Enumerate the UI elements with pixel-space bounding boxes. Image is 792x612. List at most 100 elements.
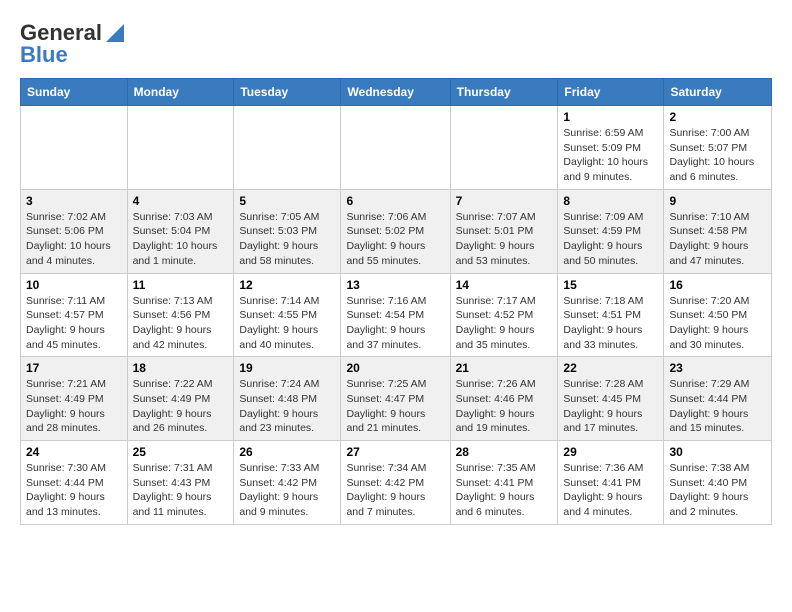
calendar-cell: 13 Sunrise: 7:16 AM Sunset: 4:54 PM Dayli… [341, 273, 450, 357]
calendar-week-row: 17 Sunrise: 7:21 AM Sunset: 4:49 PM Dayli… [21, 357, 772, 441]
day-number: 6 [346, 194, 444, 208]
day-info: Sunrise: 7:18 AM Sunset: 4:51 PM Dayligh… [563, 294, 658, 353]
calendar-cell: 17 Sunrise: 7:21 AM Sunset: 4:49 PM Dayli… [21, 357, 128, 441]
day-info: Sunrise: 7:09 AM Sunset: 4:59 PM Dayligh… [563, 210, 658, 269]
calendar-table: SundayMondayTuesdayWednesdayThursdayFrid… [20, 78, 772, 525]
day-info: Sunrise: 7:11 AM Sunset: 4:57 PM Dayligh… [26, 294, 122, 353]
day-info: Sunrise: 7:29 AM Sunset: 4:44 PM Dayligh… [669, 377, 766, 436]
calendar-cell: 27Sunrise: 7:34 AM Sunset: 4:42 PM Dayli… [341, 441, 450, 525]
day-number: 14 [456, 278, 553, 292]
calendar-week-row: 3 Sunrise: 7:02 AM Sunset: 5:06 PM Daylig… [21, 189, 772, 273]
day-info: Sunrise: 7:13 AM Sunset: 4:56 PM Dayligh… [133, 294, 229, 353]
calendar-cell [21, 106, 128, 190]
calendar-header-row: SundayMondayTuesdayWednesdayThursdayFrid… [21, 79, 772, 106]
day-info: Sunrise: 7:36 AM Sunset: 4:41 PM Dayligh… [563, 461, 658, 520]
day-number: 22 [563, 361, 658, 375]
day-info: Sunrise: 7:33 AM Sunset: 4:42 PM Dayligh… [239, 461, 335, 520]
calendar-cell: 14 Sunrise: 7:17 AM Sunset: 4:52 PM Dayli… [450, 273, 558, 357]
day-number: 26 [239, 445, 335, 459]
calendar-header-tuesday: Tuesday [234, 79, 341, 106]
calendar-cell: 10 Sunrise: 7:11 AM Sunset: 4:57 PM Dayli… [21, 273, 128, 357]
day-number: 21 [456, 361, 553, 375]
day-info: Sunrise: 6:59 AM Sunset: 5:09 PM Dayligh… [563, 126, 658, 185]
calendar-cell: 22 Sunrise: 7:28 AM Sunset: 4:45 PM Dayli… [558, 357, 664, 441]
day-info: Sunrise: 7:20 AM Sunset: 4:50 PM Dayligh… [669, 294, 766, 353]
day-number: 18 [133, 361, 229, 375]
calendar-cell: 2 Sunrise: 7:00 AM Sunset: 5:07 PM Daylig… [664, 106, 772, 190]
header: General Blue [20, 20, 772, 68]
day-info: Sunrise: 7:16 AM Sunset: 4:54 PM Dayligh… [346, 294, 444, 353]
calendar-header-saturday: Saturday [664, 79, 772, 106]
calendar-cell: 26 Sunrise: 7:33 AM Sunset: 4:42 PM Dayli… [234, 441, 341, 525]
day-number: 19 [239, 361, 335, 375]
day-info: Sunrise: 7:22 AM Sunset: 4:49 PM Dayligh… [133, 377, 229, 436]
calendar-cell: 30Sunrise: 7:38 AM Sunset: 4:40 PM Dayli… [664, 441, 772, 525]
calendar-cell: 6 Sunrise: 7:06 AM Sunset: 5:02 PM Daylig… [341, 189, 450, 273]
day-number: 11 [133, 278, 229, 292]
day-number: 3 [26, 194, 122, 208]
calendar-cell: 29 Sunrise: 7:36 AM Sunset: 4:41 PM Dayli… [558, 441, 664, 525]
day-number: 2 [669, 110, 766, 124]
calendar-cell: 19 Sunrise: 7:24 AM Sunset: 4:48 PM Dayli… [234, 357, 341, 441]
day-number: 17 [26, 361, 122, 375]
calendar-header-wednesday: Wednesday [341, 79, 450, 106]
calendar-cell: 5 Sunrise: 7:05 AM Sunset: 5:03 PM Daylig… [234, 189, 341, 273]
day-info: Sunrise: 7:17 AM Sunset: 4:52 PM Dayligh… [456, 294, 553, 353]
day-info: Sunrise: 7:14 AM Sunset: 4:55 PM Dayligh… [239, 294, 335, 353]
calendar-cell: 20Sunrise: 7:25 AM Sunset: 4:47 PM Dayli… [341, 357, 450, 441]
calendar-body: 1 Sunrise: 6:59 AM Sunset: 5:09 PM Daylig… [21, 106, 772, 525]
logo-triangle-icon [106, 24, 124, 42]
calendar-cell: 15Sunrise: 7:18 AM Sunset: 4:51 PM Dayli… [558, 273, 664, 357]
day-number: 10 [26, 278, 122, 292]
calendar-cell: 21 Sunrise: 7:26 AM Sunset: 4:46 PM Dayli… [450, 357, 558, 441]
day-number: 12 [239, 278, 335, 292]
day-info: Sunrise: 7:03 AM Sunset: 5:04 PM Dayligh… [133, 210, 229, 269]
calendar-cell: 4 Sunrise: 7:03 AM Sunset: 5:04 PM Daylig… [127, 189, 234, 273]
calendar-cell: 16 Sunrise: 7:20 AM Sunset: 4:50 PM Dayli… [664, 273, 772, 357]
day-info: Sunrise: 7:07 AM Sunset: 5:01 PM Dayligh… [456, 210, 553, 269]
day-info: Sunrise: 7:05 AM Sunset: 5:03 PM Dayligh… [239, 210, 335, 269]
calendar-cell: 7 Sunrise: 7:07 AM Sunset: 5:01 PM Daylig… [450, 189, 558, 273]
calendar-header-monday: Monday [127, 79, 234, 106]
day-number: 23 [669, 361, 766, 375]
day-number: 29 [563, 445, 658, 459]
calendar-cell: 18 Sunrise: 7:22 AM Sunset: 4:49 PM Dayli… [127, 357, 234, 441]
calendar-cell: 23 Sunrise: 7:29 AM Sunset: 4:44 PM Dayli… [664, 357, 772, 441]
calendar-cell: 9 Sunrise: 7:10 AM Sunset: 4:58 PM Daylig… [664, 189, 772, 273]
logo-blue: Blue [20, 42, 68, 68]
day-info: Sunrise: 7:34 AM Sunset: 4:42 PM Dayligh… [346, 461, 444, 520]
day-info: Sunrise: 7:10 AM Sunset: 4:58 PM Dayligh… [669, 210, 766, 269]
day-number: 30 [669, 445, 766, 459]
calendar-cell: 24 Sunrise: 7:30 AM Sunset: 4:44 PM Dayli… [21, 441, 128, 525]
day-number: 24 [26, 445, 122, 459]
day-number: 7 [456, 194, 553, 208]
day-number: 5 [239, 194, 335, 208]
day-number: 16 [669, 278, 766, 292]
day-number: 1 [563, 110, 658, 124]
day-number: 13 [346, 278, 444, 292]
day-info: Sunrise: 7:30 AM Sunset: 4:44 PM Dayligh… [26, 461, 122, 520]
day-info: Sunrise: 7:00 AM Sunset: 5:07 PM Dayligh… [669, 126, 766, 185]
day-number: 8 [563, 194, 658, 208]
day-number: 4 [133, 194, 229, 208]
day-info: Sunrise: 7:31 AM Sunset: 4:43 PM Dayligh… [133, 461, 229, 520]
calendar-week-row: 10 Sunrise: 7:11 AM Sunset: 4:57 PM Dayli… [21, 273, 772, 357]
day-number: 25 [133, 445, 229, 459]
calendar-cell: 8 Sunrise: 7:09 AM Sunset: 4:59 PM Daylig… [558, 189, 664, 273]
day-info: Sunrise: 7:02 AM Sunset: 5:06 PM Dayligh… [26, 210, 122, 269]
calendar-cell: 1 Sunrise: 6:59 AM Sunset: 5:09 PM Daylig… [558, 106, 664, 190]
day-info: Sunrise: 7:25 AM Sunset: 4:47 PM Dayligh… [346, 377, 444, 436]
calendar-cell [234, 106, 341, 190]
day-info: Sunrise: 7:26 AM Sunset: 4:46 PM Dayligh… [456, 377, 553, 436]
calendar-cell: 3 Sunrise: 7:02 AM Sunset: 5:06 PM Daylig… [21, 189, 128, 273]
day-info: Sunrise: 7:24 AM Sunset: 4:48 PM Dayligh… [239, 377, 335, 436]
day-info: Sunrise: 7:21 AM Sunset: 4:49 PM Dayligh… [26, 377, 122, 436]
calendar-cell [127, 106, 234, 190]
day-info: Sunrise: 7:28 AM Sunset: 4:45 PM Dayligh… [563, 377, 658, 436]
calendar-cell: 28Sunrise: 7:35 AM Sunset: 4:41 PM Dayli… [450, 441, 558, 525]
day-number: 9 [669, 194, 766, 208]
day-number: 28 [456, 445, 553, 459]
calendar-header-sunday: Sunday [21, 79, 128, 106]
day-info: Sunrise: 7:06 AM Sunset: 5:02 PM Dayligh… [346, 210, 444, 269]
calendar-header-friday: Friday [558, 79, 664, 106]
